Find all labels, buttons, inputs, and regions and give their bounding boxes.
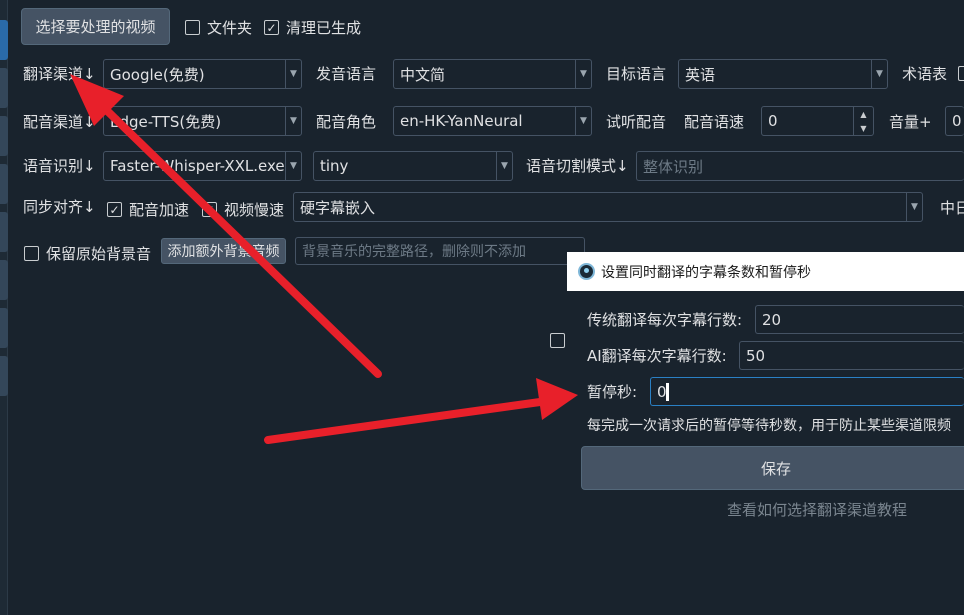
sidebar-tab[interactable]	[0, 308, 8, 348]
target-language-label: 目标语言	[606, 65, 667, 83]
pause-seconds-input[interactable]: 0	[650, 377, 964, 406]
select-video-button[interactable]: 选择要处理的视频	[21, 8, 170, 45]
volume-label: 音量+	[889, 113, 932, 131]
text-cursor	[666, 383, 669, 401]
dub-speedup-label: 配音加速	[129, 201, 190, 219]
glossary-label: 术语表	[902, 65, 948, 83]
arrow-to-pause-seconds	[264, 378, 578, 444]
check-icon[interactable]: ✓	[264, 20, 279, 35]
translate-channel-select[interactable]: Google(免费) ▼	[103, 59, 302, 89]
sidebar-tab[interactable]	[0, 164, 8, 204]
sidebar-tab[interactable]	[0, 356, 8, 396]
sidebar-tab[interactable]	[0, 212, 8, 252]
split-mode-field[interactable]: 整体识别	[636, 151, 964, 181]
folder-checkbox-label: 文件夹	[207, 19, 253, 37]
dubbing-role-label: 配音角色	[316, 113, 377, 131]
asr-model-select[interactable]: tiny ▼	[313, 151, 513, 181]
dubbing-channel-select[interactable]: Edge-TTS(免费) ▼	[103, 106, 302, 136]
chevron-down-icon: ▼	[871, 60, 887, 88]
chevron-down-icon: ▼	[575, 60, 591, 88]
sidebar-tab[interactable]	[0, 260, 8, 300]
checkbox-box[interactable]	[24, 246, 39, 261]
keep-original-bgm-label: 保留原始背景音	[46, 245, 152, 263]
sidebar-tab[interactable]	[0, 68, 8, 108]
dubbing-speed-spinbox[interactable]: 0 ▲ ▼	[761, 106, 874, 136]
preview-dubbing-button[interactable]: 试听配音	[606, 112, 666, 132]
clear-generated-checkbox[interactable]: ✓ 清理已生成	[264, 17, 361, 38]
target-language-value: 英语	[685, 65, 716, 84]
chevron-down-icon: ▼	[906, 193, 922, 221]
dubbing-speed-value: 0	[768, 112, 778, 130]
batch-settings-dialog: 设置同时翻译的字幕条数和暂停秒 传统翻译每次字幕行数: 20 AI翻译每次字幕行…	[567, 252, 964, 615]
add-bgm-button[interactable]: 添加额外背景音频	[161, 238, 286, 264]
asr-engine-value: Faster-Whisper-XXL.exe	[110, 157, 285, 175]
dubbing-channel-label[interactable]: 配音渠道↓	[23, 112, 96, 132]
subtitle-mode-select[interactable]: 硬字幕嵌入 ▼	[293, 192, 923, 222]
sync-align-label[interactable]: 同步对齐↓	[23, 197, 96, 217]
chevron-down-icon: ▼	[285, 107, 301, 135]
chevron-down-icon: ▼	[285, 152, 301, 180]
subtitle-mode-value: 硬字幕嵌入	[300, 198, 376, 217]
sidebar-tab[interactable]	[0, 116, 8, 156]
dialog-title-bar[interactable]: 设置同时翻译的字幕条数和暂停秒	[567, 252, 964, 291]
video-slow-label: 视频慢速	[224, 201, 285, 219]
video-slow-checkbox[interactable]: ✓ 视频慢速	[202, 199, 284, 220]
split-mode-label[interactable]: 语音切割模式↓	[526, 156, 629, 176]
bilingual-subtitle-label: 中日	[940, 199, 964, 217]
check-icon[interactable]: ✓	[107, 202, 122, 217]
clear-generated-label: 清理已生成	[286, 19, 362, 37]
left-sidebar	[0, 0, 8, 615]
pause-seconds-label: 暂停秒:	[587, 383, 638, 401]
translate-channel-label[interactable]: 翻译渠道↓	[23, 64, 96, 84]
help-tutorial-link[interactable]: 查看如何选择翻译渠道教程	[727, 500, 907, 520]
chevron-down-icon: ▼	[285, 60, 301, 88]
check-icon[interactable]: ✓	[202, 202, 217, 217]
asr-engine-select[interactable]: Faster-Whisper-XXL.exe ▼	[103, 151, 302, 181]
speech-recognition-label[interactable]: 语音识别↓	[23, 156, 96, 176]
dialog-title: 设置同时翻译的字幕条数和暂停秒	[601, 264, 811, 281]
target-language-select[interactable]: 英语 ▼	[678, 59, 888, 89]
source-language-value: 中文简	[400, 65, 446, 84]
chevron-down-icon: ▼	[575, 107, 591, 135]
dubbing-speed-label: 配音语速	[684, 113, 745, 131]
volume-value: 0	[952, 112, 962, 130]
split-mode-placeholder: 整体识别	[643, 157, 704, 176]
asr-model-value: tiny	[320, 157, 349, 175]
volume-spinbox[interactable]: 0	[945, 106, 964, 136]
save-button[interactable]: 保存	[581, 446, 964, 490]
chevron-down-icon: ▼	[496, 152, 512, 180]
dubbing-channel-value: Edge-TTS(免费)	[110, 112, 222, 131]
folder-checkbox[interactable]: 文件夹	[185, 17, 252, 38]
source-language-label: 发音语言	[316, 65, 377, 83]
app-logo-icon	[578, 263, 595, 280]
spin-buttons[interactable]: ▲ ▼	[853, 107, 873, 135]
ai-lines-input[interactable]: 50	[739, 341, 964, 370]
trad-lines-input[interactable]: 20	[755, 305, 964, 334]
source-language-select[interactable]: 中文简 ▼	[393, 59, 592, 89]
dub-speedup-checkbox[interactable]: ✓ 配音加速	[107, 199, 189, 220]
hidden-option-checkbox[interactable]	[550, 333, 565, 348]
trad-lines-value: 20	[762, 310, 782, 329]
pause-tip-text: 每完成一次请求后的暂停等待秒数，用于防止某些渠道限频	[587, 418, 951, 434]
bgm-path-field[interactable]: 背景音乐的完整路径，删除则不添加	[295, 237, 585, 265]
glossary-checkbox[interactable]	[958, 66, 964, 81]
ai-lines-value: 50	[746, 346, 766, 365]
bgm-path-placeholder: 背景音乐的完整路径，删除则不添加	[302, 244, 526, 260]
dubbing-role-value: en-HK-YanNeural	[400, 112, 523, 130]
ai-lines-label: AI翻译每次字幕行数:	[587, 347, 727, 365]
spin-down-icon[interactable]: ▼	[854, 121, 873, 135]
translate-channel-value: Google(免费)	[110, 65, 205, 84]
spin-up-icon[interactable]: ▲	[854, 107, 873, 121]
keep-original-bgm-checkbox[interactable]: 保留原始背景音	[24, 243, 151, 264]
sidebar-tab[interactable]	[0, 20, 8, 60]
dubbing-role-select[interactable]: en-HK-YanNeural ▼	[393, 106, 592, 136]
trad-lines-label: 传统翻译每次字幕行数:	[587, 311, 743, 329]
checkbox-box[interactable]	[185, 20, 200, 35]
